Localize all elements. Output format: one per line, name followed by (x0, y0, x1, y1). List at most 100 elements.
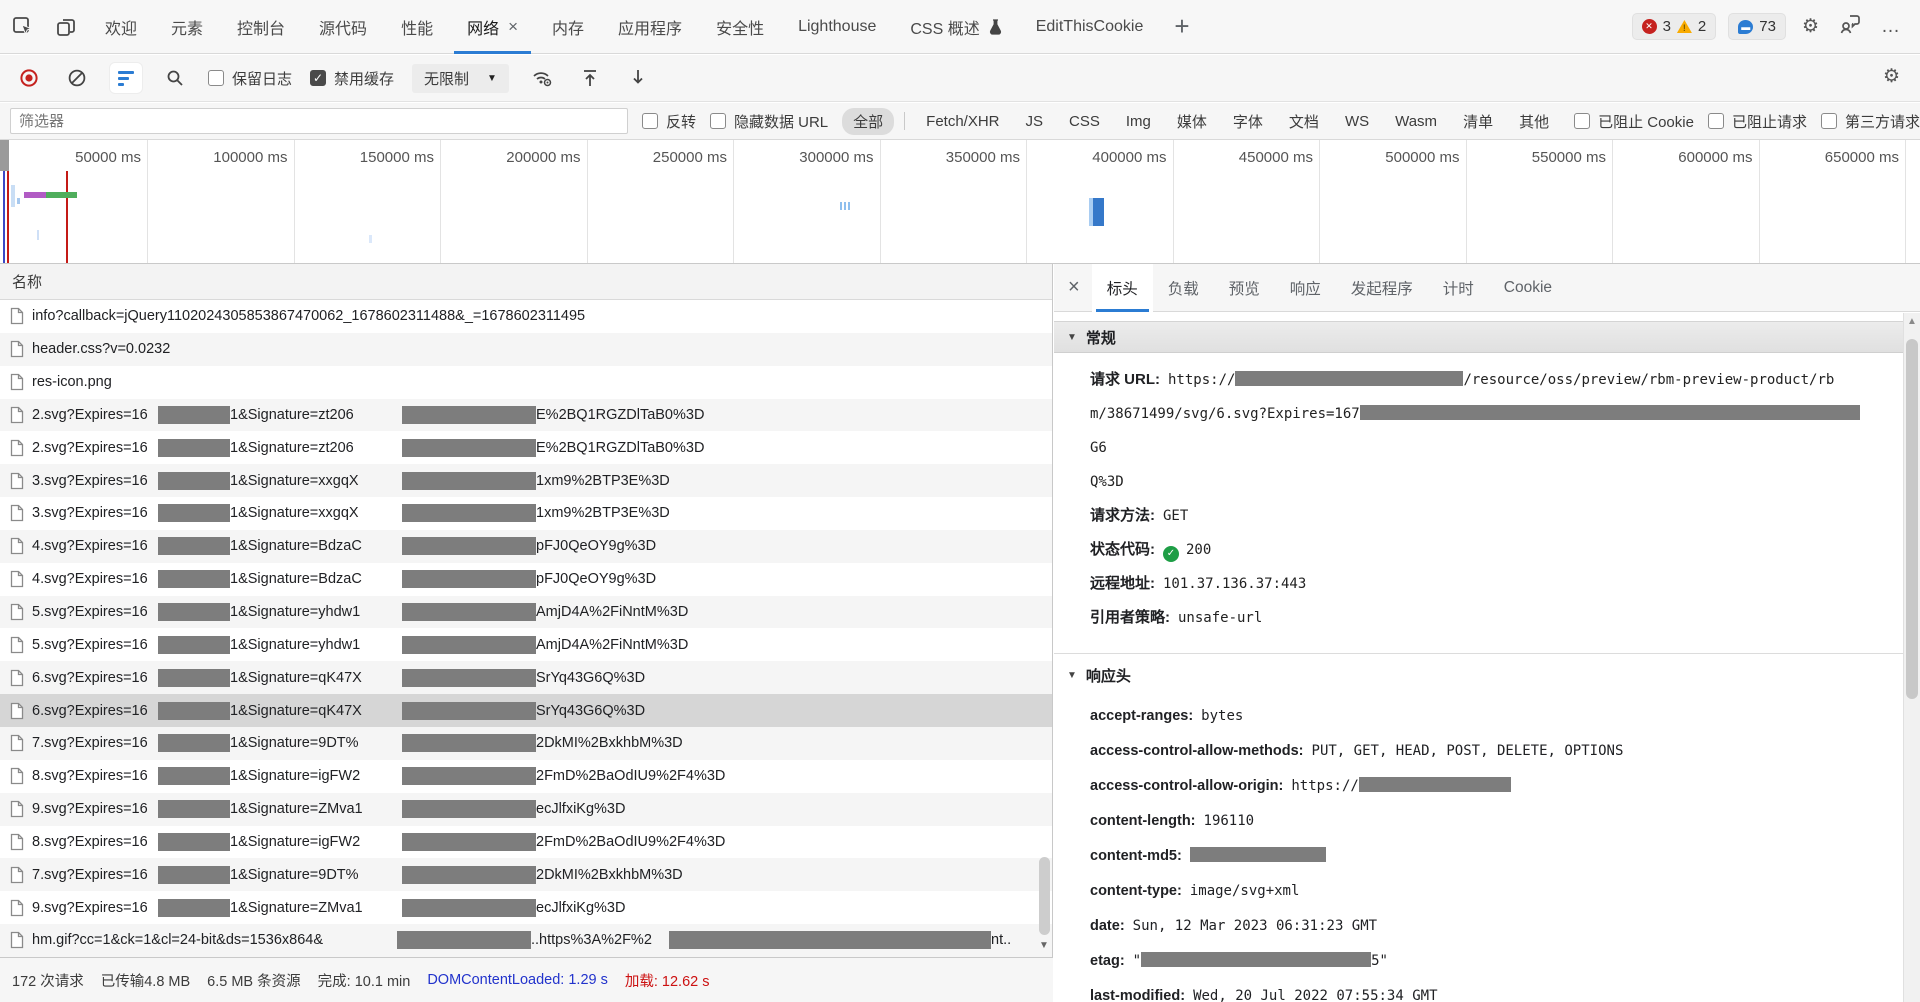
blocked-requests-checkbox[interactable]: 已阻止请求 (1708, 111, 1807, 132)
redacted-block (158, 537, 230, 555)
type-filter-pill[interactable]: WS (1334, 110, 1380, 133)
request-row[interactable]: 9.svg?Expires=161&Signature=ZMva1ecJlfxi… (0, 793, 1052, 826)
checkbox-unchecked (1574, 113, 1590, 129)
type-filter-pill[interactable]: Img (1115, 110, 1162, 133)
disable-cache-checkbox[interactable]: ✓ 禁用缓存 (310, 68, 394, 89)
more-tabs-button[interactable]: + (1160, 11, 1203, 42)
redacted-block (402, 504, 536, 522)
request-row[interactable]: 5.svg?Expires=161&Signature=yhdw1AmjD4A%… (0, 628, 1052, 661)
details-tab-item[interactable]: 负载 (1153, 264, 1214, 312)
panel-tab-label: 欢迎 (105, 15, 137, 39)
request-row[interactable]: 4.svg?Expires=161&Signature=BdzaCpFJ0QeO… (0, 530, 1052, 563)
panel-tab[interactable]: 性能 (384, 0, 450, 54)
panel-tab[interactable]: Lighthouse (781, 0, 893, 54)
inspect-element-icon[interactable] (0, 0, 44, 54)
panel-tab[interactable]: CSS 概述 (893, 0, 1018, 54)
throttling-dropdown[interactable]: 无限制 ▼ (412, 64, 509, 93)
request-row[interactable]: header.css?v=0.0232 (0, 333, 1052, 366)
device-toolbar-icon[interactable] (44, 0, 88, 54)
request-row[interactable]: 6.svg?Expires=161&Signature=qK47XSrYq43G… (0, 661, 1052, 694)
file-icon (10, 472, 24, 490)
header-value: bytes (1201, 708, 1243, 724)
type-filter-pill[interactable]: CSS (1058, 110, 1111, 133)
messages-badge[interactable]: ▬ 73 (1728, 13, 1786, 40)
panel-tab[interactable]: 欢迎 (88, 0, 154, 54)
request-row[interactable]: 3.svg?Expires=161&Signature=xxgqX1xm9%2B… (0, 497, 1052, 530)
panel-tab[interactable]: 控制台 (220, 0, 302, 54)
details-tab-item[interactable]: Cookie (1489, 264, 1567, 312)
feedback-icon[interactable] (1835, 14, 1865, 40)
overflow-menu-icon[interactable]: … (1877, 16, 1904, 38)
tab-close-icon[interactable]: × (508, 17, 518, 37)
details-tab-item[interactable]: 发起程序 (1336, 264, 1428, 312)
network-settings-gear-icon[interactable]: ⚙ (1879, 65, 1904, 88)
invert-filter-checkbox[interactable]: 反转 (642, 111, 696, 132)
request-row[interactable]: hm.gif?cc=1&ck=1&cl=24-bit&ds=1536x864&.… (0, 924, 1052, 957)
issues-badge[interactable]: ✕ 3 ! 2 (1632, 13, 1717, 40)
name-column-header[interactable]: 名称 (0, 264, 1052, 300)
panel-tab[interactable]: 安全性 (699, 0, 781, 54)
type-filter-pill[interactable]: Fetch/XHR (915, 110, 1010, 133)
details-tab-active[interactable]: 标头 (1092, 264, 1153, 312)
clear-network-log-icon[interactable] (62, 63, 92, 93)
panel-tab[interactable]: 应用程序 (601, 0, 699, 54)
request-row[interactable]: res-icon.png (0, 366, 1052, 399)
request-row[interactable]: info?callback=jQuery11020243058538674700… (0, 300, 1052, 333)
type-filter-pill[interactable]: 全部 (842, 108, 894, 135)
type-filter-pill[interactable]: 其他 (1508, 108, 1560, 135)
network-overview-timeline[interactable]: 50000 ms100000 ms150000 ms200000 ms25000… (0, 140, 1920, 264)
settings-gear-icon[interactable]: ⚙ (1798, 15, 1823, 38)
request-row[interactable]: 5.svg?Expires=161&Signature=yhdw1AmjD4A%… (0, 596, 1052, 629)
section-header[interactable]: ▼响应头 (1054, 653, 1903, 687)
request-row[interactable]: 2.svg?Expires=161&Signature=zt206E%2BQ1R… (0, 431, 1052, 464)
details-scrollbar-thumb[interactable] (1906, 339, 1918, 699)
details-tab-item[interactable]: 预览 (1214, 264, 1275, 312)
waterfall-mark (0, 140, 9, 171)
request-row[interactable]: 4.svg?Expires=161&Signature=BdzaCpFJ0QeO… (0, 563, 1052, 596)
type-filter-pill[interactable]: Wasm (1384, 110, 1448, 133)
type-filter-pill[interactable]: 字体 (1222, 108, 1274, 135)
record-network-log-icon[interactable] (14, 63, 44, 93)
header-key: 请求方法: (1090, 507, 1155, 524)
request-row[interactable]: 8.svg?Expires=161&Signature=igFW22FmD%2B… (0, 760, 1052, 793)
request-row[interactable]: 6.svg?Expires=161&Signature=qK47XSrYq43G… (0, 694, 1052, 727)
type-filter-pill[interactable]: 清单 (1452, 108, 1504, 135)
panel-tab[interactable]: EditThisCookie (1019, 0, 1161, 54)
type-filter-pill[interactable]: 媒体 (1166, 108, 1218, 135)
list-scroll-down-icon[interactable]: ▼ (1038, 940, 1050, 951)
panel-tab[interactable]: 元素 (154, 0, 220, 54)
third-party-checkbox[interactable]: 第三方请求 (1821, 111, 1920, 132)
request-row[interactable]: 7.svg?Expires=161&Signature=9DT%2DkMI%2B… (0, 858, 1052, 891)
panel-tab[interactable]: 源代码 (302, 0, 384, 54)
close-details-icon[interactable]: × (1054, 276, 1092, 299)
blocked-cookies-checkbox[interactable]: 已阻止 Cookie (1574, 111, 1694, 132)
request-name-text: 2.svg?Expires=16 (32, 440, 158, 456)
type-filter-pill[interactable]: 文档 (1278, 108, 1330, 135)
request-row[interactable]: 7.svg?Expires=161&Signature=9DT%2DkMI%2B… (0, 727, 1052, 760)
request-row[interactable]: 9.svg?Expires=161&Signature=ZMva1ecJlfxi… (0, 891, 1052, 924)
preserve-log-checkbox[interactable]: 保留日志 (208, 68, 292, 89)
filter-toggle-icon[interactable] (110, 63, 142, 93)
panel-tab[interactable]: 网络× (450, 0, 535, 54)
type-filter-pill[interactable]: JS (1015, 110, 1055, 133)
details-tab-item[interactable]: 计时 (1428, 264, 1489, 312)
list-scrollbar-thumb[interactable] (1039, 857, 1050, 935)
panel-tab-label: CSS 概述 (910, 15, 979, 39)
header-line: etag:"5" (1090, 944, 1865, 979)
request-row[interactable]: 8.svg?Expires=161&Signature=igFW22FmD%2B… (0, 826, 1052, 859)
details-tab-item[interactable]: 响应 (1275, 264, 1336, 312)
details-scrollbar[interactable]: ▲ (1903, 313, 1920, 1002)
panel-tab[interactable]: 内存 (535, 0, 601, 54)
request-name-text: 2DkMI%2BxkhbM%3D (536, 867, 683, 883)
section-title: 常规 (1086, 327, 1116, 348)
section-header[interactable]: ▼常规 (1054, 321, 1903, 353)
filter-input[interactable] (10, 108, 628, 134)
search-icon[interactable] (160, 63, 190, 93)
network-conditions-icon[interactable] (527, 63, 557, 93)
request-row[interactable]: 3.svg?Expires=161&Signature=xxgqX1xm9%2B… (0, 464, 1052, 497)
request-row[interactable]: 2.svg?Expires=161&Signature=zt206E%2BQ1R… (0, 399, 1052, 432)
export-har-icon[interactable] (623, 63, 653, 93)
request-name-text: 2DkMI%2BxkhbM%3D (536, 735, 683, 751)
import-har-icon[interactable] (575, 63, 605, 93)
hide-data-urls-checkbox[interactable]: 隐藏数据 URL (710, 111, 828, 132)
